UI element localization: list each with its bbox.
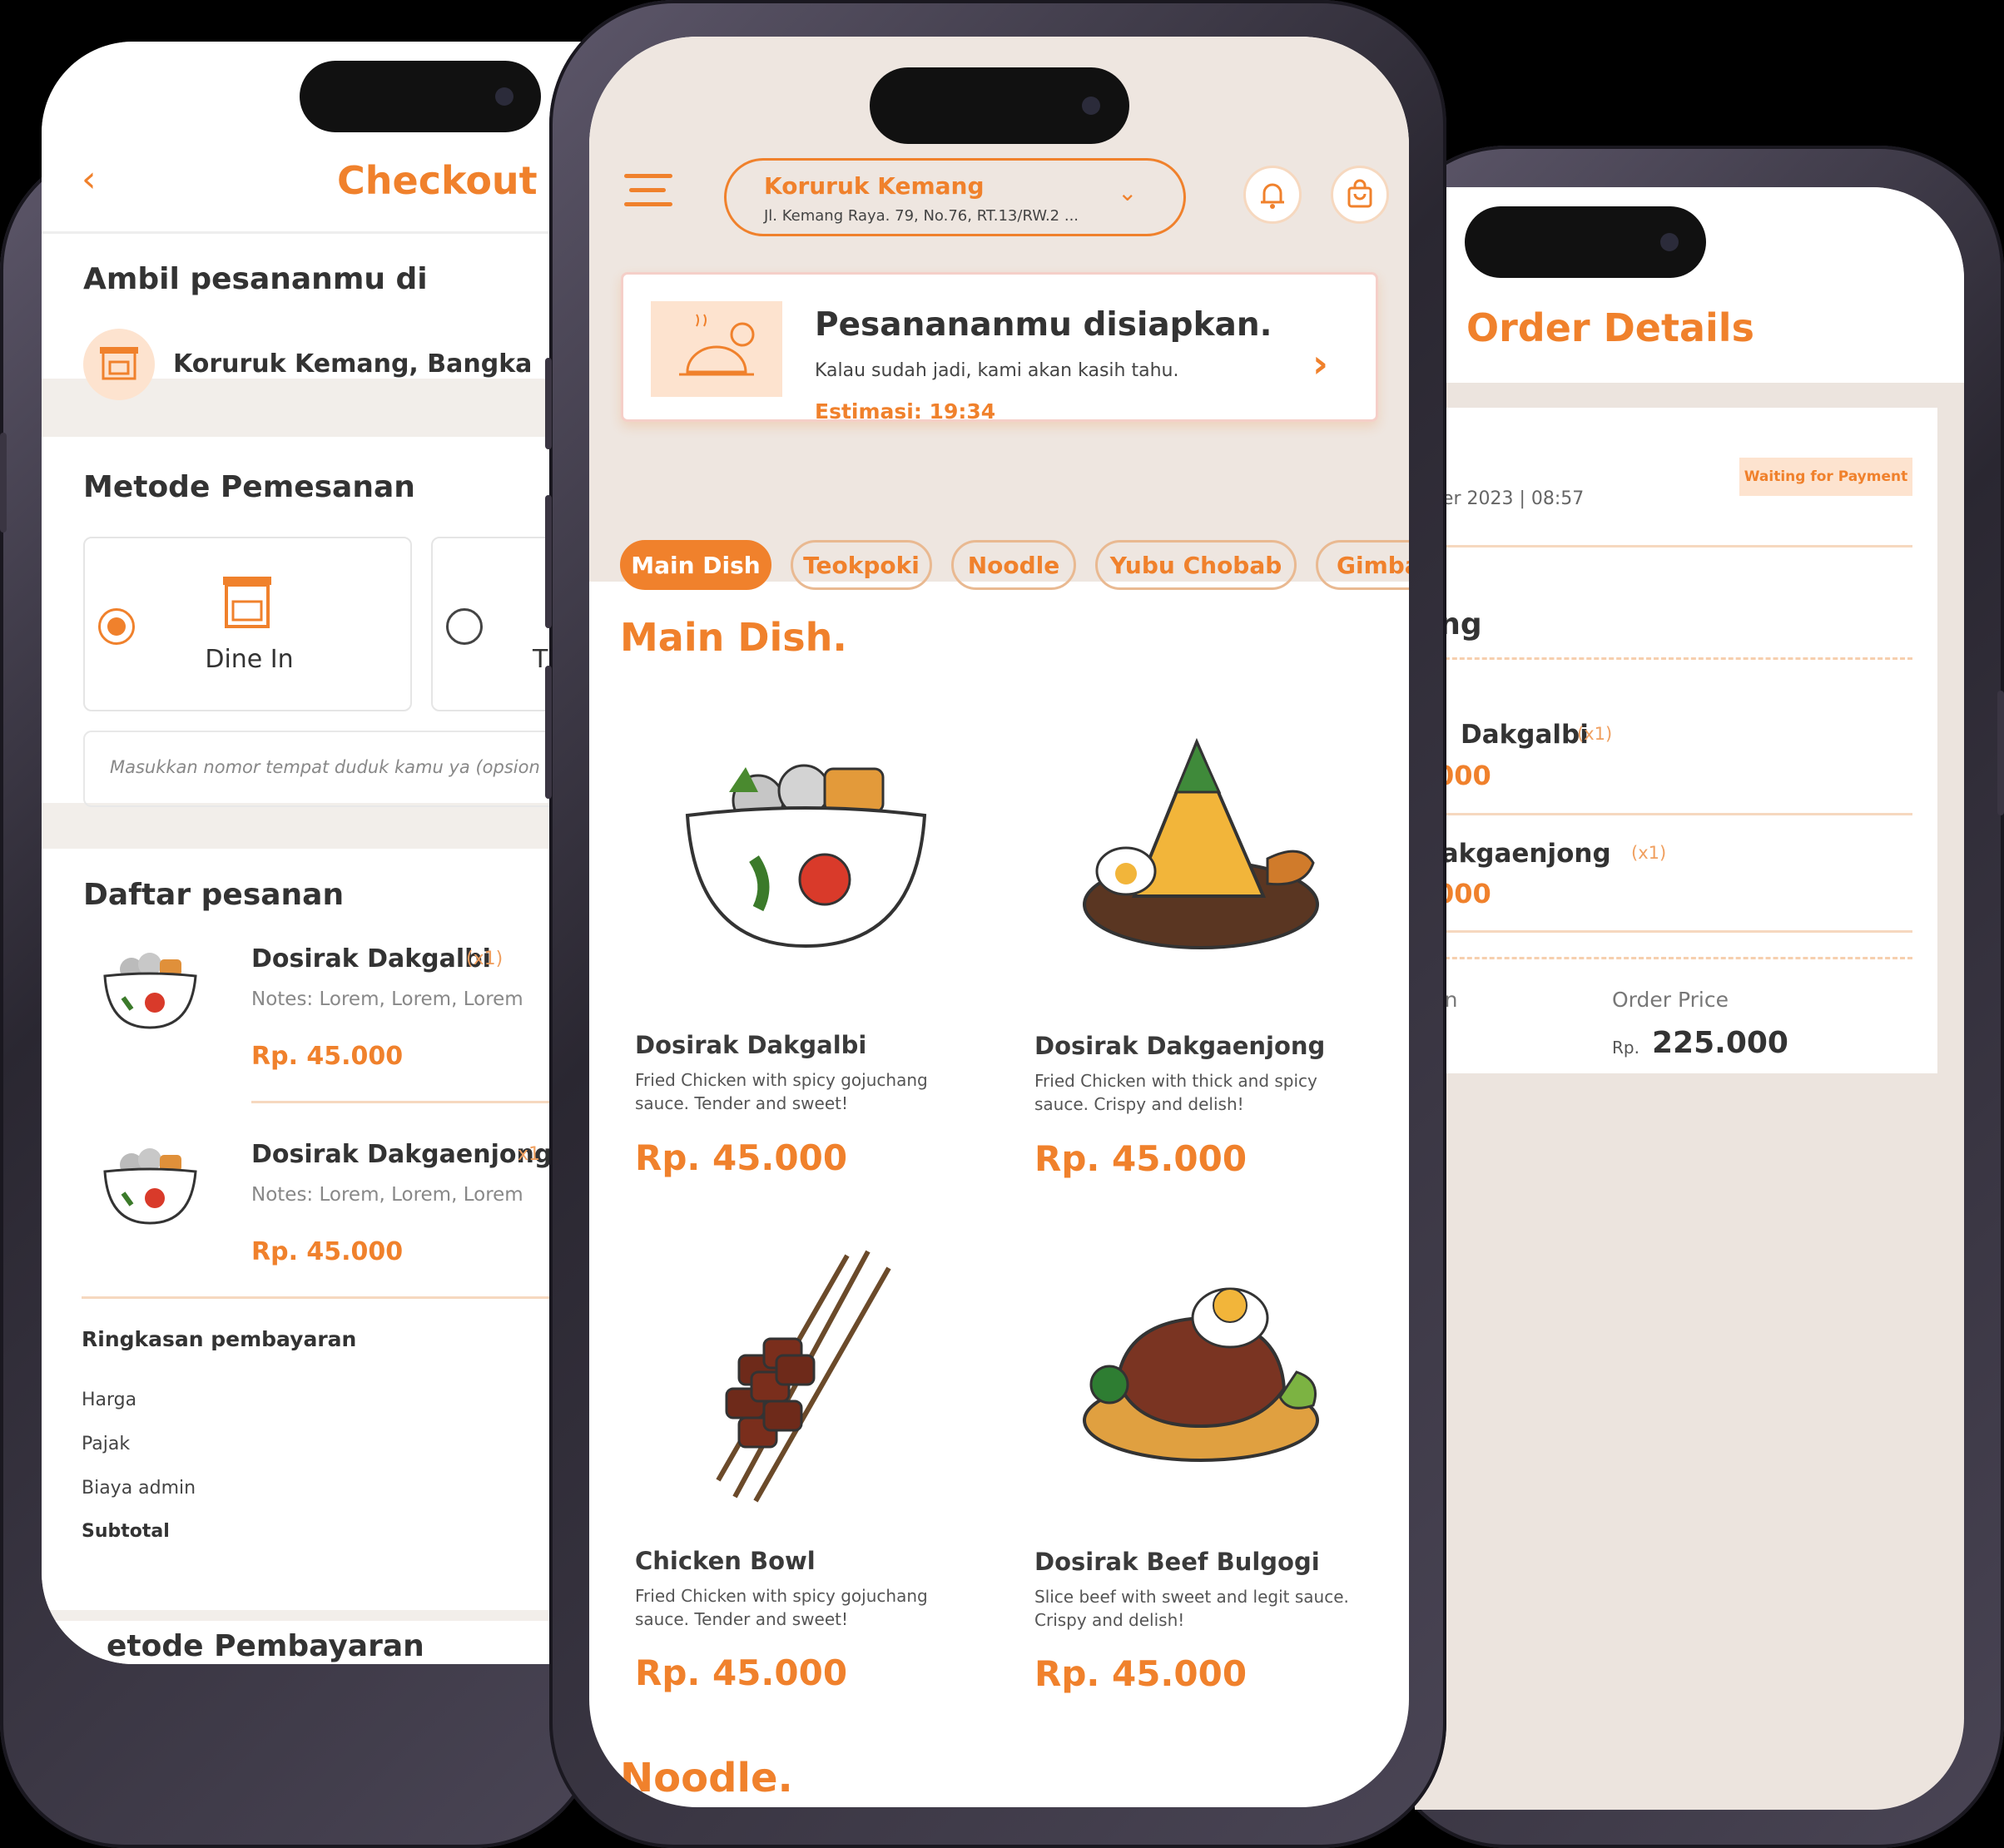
dish-desc: Fried Chicken with thick and spicy sauce… bbox=[1034, 1071, 1317, 1114]
notification-button[interactable] bbox=[1243, 166, 1302, 224]
dish-name: Dosirak Beef Bulgogi bbox=[1034, 1548, 1320, 1576]
divider bbox=[42, 231, 616, 234]
subtotal-label: Subtotal bbox=[82, 1521, 170, 1542]
dynamic-island bbox=[300, 61, 541, 132]
dynamic-island bbox=[870, 67, 1129, 144]
cloche-icon bbox=[651, 301, 782, 397]
item-name: Dakgaenjong bbox=[1420, 839, 1611, 869]
menu-icon[interactable] bbox=[624, 174, 672, 206]
side-button bbox=[545, 666, 552, 799]
chicken-bowl-icon bbox=[103, 1148, 197, 1225]
status-eta: Estimasi: 19:34 bbox=[815, 399, 996, 424]
item-name: Dakgalbi bbox=[1461, 720, 1589, 750]
dish-price: Rp. 45.000 bbox=[1034, 1138, 1248, 1179]
dish-name: Dosirak Dakgaenjong bbox=[1034, 1032, 1326, 1060]
side-button bbox=[1997, 691, 2004, 815]
store-name: Koruruk Kemang, Bangka bbox=[173, 349, 533, 379]
order-status-card[interactable]: Pesanananmu disiapkan. Kalau sudah jadi,… bbox=[621, 272, 1378, 424]
tab-teokpoki[interactable]: Teokpoki bbox=[791, 540, 932, 590]
summary-row: Harga bbox=[82, 1390, 137, 1410]
summary-heading: Ringkasan pembayaran bbox=[82, 1327, 357, 1351]
divider bbox=[1415, 813, 1912, 815]
cart-button[interactable] bbox=[1331, 166, 1389, 224]
chevron-right-icon[interactable]: › bbox=[1312, 341, 1328, 386]
location-selector[interactable]: Koruruk Kemang Jl. Kemang Raya. 79, No.7… bbox=[724, 158, 1186, 236]
side-button bbox=[0, 433, 7, 533]
bag-icon bbox=[1347, 179, 1372, 208]
side-button bbox=[545, 358, 552, 449]
location-name: Koruruk Kemang bbox=[764, 172, 985, 200]
divider bbox=[1415, 930, 1912, 933]
skewers-icon bbox=[716, 1250, 891, 1503]
order-name: Dosirak Dakgaenjong bbox=[251, 1140, 553, 1169]
side-button bbox=[545, 495, 552, 628]
store-icon bbox=[223, 577, 271, 628]
location-address: Jl. Kemang Raya. 79, No.76, RT.13/RW.2 .… bbox=[764, 207, 1079, 225]
dish-desc: Fried Chicken with spicy gojuchang sauce… bbox=[635, 1070, 928, 1113]
store-icon bbox=[83, 329, 155, 400]
divider bbox=[82, 1296, 616, 1299]
tab-yubu-chobab[interactable]: Yubu Chobab bbox=[1095, 540, 1297, 590]
section-title: Main Dish. bbox=[620, 615, 847, 660]
status-subtitle: Kalau sudah jadi, kami akan kasih tahu. bbox=[815, 360, 1179, 381]
currency-label: Rp. bbox=[1612, 1038, 1639, 1058]
chicken-bowl-icon bbox=[685, 764, 927, 949]
dine-in-label: Dine In bbox=[205, 645, 294, 674]
order-notes: Notes: Lorem, Lorem, Lorem bbox=[251, 1184, 523, 1206]
method-heading: Metode Pemesanan bbox=[83, 470, 415, 504]
order-price-label: Order Price bbox=[1612, 988, 1729, 1012]
payment-heading: etode Pembayaran bbox=[107, 1629, 424, 1663]
order-name: Dosirak Dakgalbi bbox=[251, 944, 491, 974]
tab-main-dish[interactable]: Main Dish bbox=[620, 540, 771, 590]
dashed-divider bbox=[1415, 657, 1912, 660]
order-details-screen: Order Details p nber 2023 | 08:57 Waitin… bbox=[1415, 187, 1964, 1810]
dashed-divider bbox=[1415, 957, 1912, 959]
order-price-value: 225.000 bbox=[1652, 1026, 1788, 1060]
back-icon[interactable]: ‹ bbox=[82, 158, 97, 201]
summary-row: Biaya admin bbox=[82, 1478, 196, 1499]
dish-name: Dosirak Dakgalbi bbox=[635, 1031, 867, 1059]
dynamic-island bbox=[1465, 206, 1706, 278]
tab-noodle[interactable]: Noodle bbox=[951, 540, 1076, 590]
chevron-down-icon: ⌄ bbox=[1118, 179, 1138, 206]
rice-cone-plate-icon bbox=[1083, 737, 1319, 949]
chicken-bowl-icon bbox=[103, 953, 197, 1029]
dish-price: Rp. 45.000 bbox=[1034, 1653, 1248, 1694]
dish-desc: Fried Chicken with spicy gojuchang sauce… bbox=[635, 1586, 928, 1629]
dish-desc: Slice beef with sweet and legit sauce. C… bbox=[1034, 1587, 1349, 1630]
order-price: Rp. 45.000 bbox=[251, 1237, 404, 1266]
item-qty: (x1) bbox=[1631, 843, 1667, 863]
status-title: Pesanananmu disiapkan. bbox=[815, 306, 1272, 344]
menu-screen: Koruruk Kemang Jl. Kemang Raya. 79, No.7… bbox=[589, 37, 1409, 1807]
dish-price: Rp. 45.000 bbox=[635, 1137, 848, 1178]
order-price: Rp. 45.000 bbox=[251, 1042, 404, 1071]
order-qty: x1 bbox=[518, 1144, 541, 1165]
pickup-heading: Ambil pesananmu di bbox=[83, 262, 428, 296]
status-badge: Waiting for Payment bbox=[1739, 458, 1912, 496]
seat-input[interactable]: Masukkan nomor tempat duduk kamu ya (ops… bbox=[83, 731, 616, 807]
checkout-screen: ‹ Checkout Ambil pesananmu di Koruruk Ke… bbox=[42, 42, 616, 1664]
radio-selected[interactable] bbox=[98, 608, 135, 645]
item-qty: (x1) bbox=[1577, 724, 1613, 744]
page-title: Order Details bbox=[1466, 305, 1754, 350]
dine-in-option[interactable]: Dine In bbox=[83, 537, 412, 711]
radio-unselected[interactable] bbox=[446, 608, 483, 645]
summary-row: Pajak bbox=[82, 1434, 131, 1454]
page-title: Checkout bbox=[337, 158, 538, 203]
dish-price: Rp. 45.000 bbox=[635, 1652, 848, 1693]
dish-name: Chicken Bowl bbox=[635, 1547, 816, 1575]
order-qty: (x1) bbox=[466, 949, 503, 969]
orders-heading: Daftar pesanan bbox=[83, 878, 345, 912]
next-section-title: Noodle. bbox=[620, 1755, 793, 1801]
order-notes: Notes: Lorem, Lorem, Lorem bbox=[251, 988, 523, 1010]
bell-icon bbox=[1261, 183, 1284, 209]
beef-plate-icon bbox=[1083, 1287, 1319, 1462]
divider bbox=[1415, 545, 1912, 547]
tab-gimbab[interactable]: Gimbab bbox=[1316, 540, 1409, 590]
